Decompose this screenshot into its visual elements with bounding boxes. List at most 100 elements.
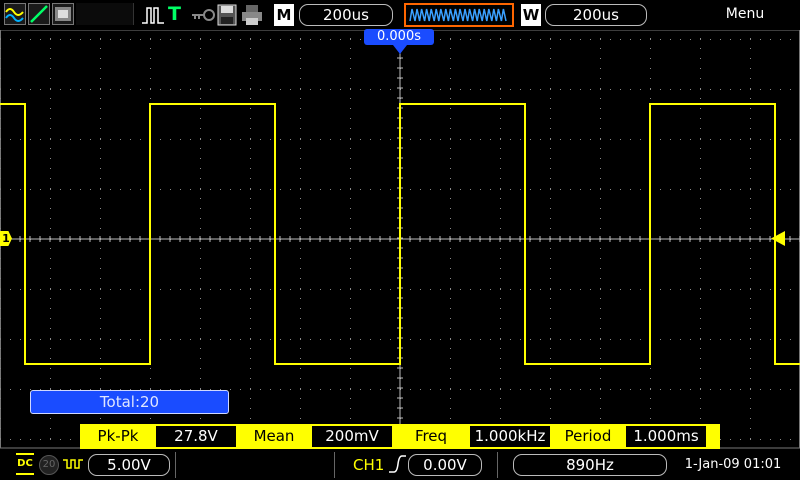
grid-dot bbox=[250, 98, 251, 99]
grid-dot bbox=[530, 189, 531, 190]
grid-dot bbox=[300, 138, 301, 139]
grid-dot bbox=[100, 368, 101, 369]
grid-dot bbox=[50, 368, 51, 369]
grid-dot bbox=[550, 139, 551, 140]
grid-dot bbox=[50, 438, 51, 439]
grid-dot bbox=[540, 389, 541, 390]
grid-dot bbox=[500, 288, 501, 289]
channel-wave-icon[interactable] bbox=[4, 3, 26, 25]
grid-dot bbox=[300, 388, 301, 389]
grid-dot bbox=[340, 389, 341, 390]
grid-dot bbox=[0, 48, 1, 49]
grid-dot bbox=[550, 298, 551, 299]
grid-dot bbox=[220, 189, 221, 190]
grid-dot bbox=[750, 39, 751, 40]
grid-dot bbox=[200, 39, 201, 40]
grid-dot bbox=[250, 288, 251, 289]
grid-dot bbox=[600, 188, 601, 189]
grid-dot bbox=[310, 389, 311, 390]
grid-dot bbox=[750, 139, 751, 140]
grid-dot bbox=[550, 348, 551, 349]
grid-dot bbox=[100, 48, 101, 49]
menu-button[interactable]: Menu bbox=[700, 6, 790, 22]
grid-dot bbox=[200, 158, 201, 159]
grid-dot bbox=[710, 139, 711, 140]
grid-dot bbox=[450, 89, 451, 90]
grid-dot bbox=[450, 398, 451, 399]
window-timebase-readout[interactable]: 200us bbox=[545, 4, 647, 26]
grid-dot bbox=[0, 89, 1, 90]
grid-dot bbox=[660, 139, 661, 140]
grid-dot bbox=[50, 288, 51, 289]
grid-dot bbox=[390, 89, 391, 90]
grid-dot bbox=[580, 339, 581, 340]
grid-dot bbox=[450, 189, 451, 190]
grid-dot bbox=[90, 139, 91, 140]
grid-dot bbox=[200, 339, 201, 340]
save-icon[interactable] bbox=[217, 4, 237, 26]
volts-div-readout[interactable]: 5.00V bbox=[88, 454, 170, 476]
grid-dot bbox=[500, 139, 501, 140]
grid-dot bbox=[450, 248, 451, 249]
grid-dot bbox=[680, 389, 681, 390]
grid-dot bbox=[550, 308, 551, 309]
grid-dot bbox=[600, 288, 601, 289]
grid-dot bbox=[250, 378, 251, 379]
grid-dot bbox=[260, 289, 261, 290]
grid-dot bbox=[250, 58, 251, 59]
grid-dot bbox=[20, 289, 21, 290]
grid-dot bbox=[770, 389, 771, 390]
grid-dot bbox=[640, 139, 641, 140]
grid-dot bbox=[670, 39, 671, 40]
grid-dot bbox=[600, 39, 601, 40]
trigger-position-arrow-icon[interactable] bbox=[393, 45, 407, 54]
grid-dot bbox=[750, 328, 751, 329]
grid-dot bbox=[10, 339, 11, 340]
grid-dot bbox=[450, 358, 451, 359]
grid-dot bbox=[550, 368, 551, 369]
grid-dot bbox=[700, 48, 701, 49]
grid-dot bbox=[450, 178, 451, 179]
grid-dot bbox=[40, 339, 41, 340]
grid-dot bbox=[710, 39, 711, 40]
grid-dot bbox=[730, 89, 731, 90]
rising-edge-icon[interactable] bbox=[387, 454, 407, 474]
grid-dot bbox=[650, 58, 651, 59]
trigger-level-readout[interactable]: 0.00V bbox=[408, 454, 482, 476]
grid-dot bbox=[450, 118, 451, 119]
grid-dot bbox=[40, 139, 41, 140]
print-icon[interactable] bbox=[241, 4, 263, 26]
grid-dot bbox=[750, 178, 751, 179]
grid-dot bbox=[0, 338, 1, 339]
display-icon[interactable] bbox=[52, 3, 74, 25]
grid-dot bbox=[500, 268, 501, 269]
grid-dot bbox=[760, 189, 761, 190]
grid-dot bbox=[760, 89, 761, 90]
grid-dot bbox=[530, 289, 531, 290]
grid-dot bbox=[550, 158, 551, 159]
grid-dot bbox=[440, 139, 441, 140]
grid-dot bbox=[600, 318, 601, 319]
grid-dot bbox=[600, 289, 601, 290]
grid-dot bbox=[140, 39, 141, 40]
grid-dot bbox=[190, 189, 191, 190]
grid-dot bbox=[100, 318, 101, 319]
grid-dot bbox=[550, 128, 551, 129]
grid-dot bbox=[700, 208, 701, 209]
grid-dot bbox=[550, 228, 551, 229]
grid-dot bbox=[560, 289, 561, 290]
grid-dot bbox=[370, 139, 371, 140]
trigger-level-arrow-icon[interactable] bbox=[771, 231, 785, 246]
grid-dot bbox=[780, 439, 781, 440]
timebase-readout[interactable]: 200us bbox=[299, 4, 393, 26]
grid-dot bbox=[580, 89, 581, 90]
acquire-wave-icon[interactable] bbox=[404, 3, 514, 27]
ramp-icon[interactable] bbox=[28, 3, 50, 25]
grid-dot bbox=[90, 89, 91, 90]
grid-dot bbox=[700, 408, 701, 409]
grid-dot bbox=[330, 89, 331, 90]
grid-dot bbox=[670, 389, 671, 390]
grid-dot bbox=[770, 289, 771, 290]
grid-dot bbox=[350, 168, 351, 169]
grid-dot bbox=[110, 339, 111, 340]
